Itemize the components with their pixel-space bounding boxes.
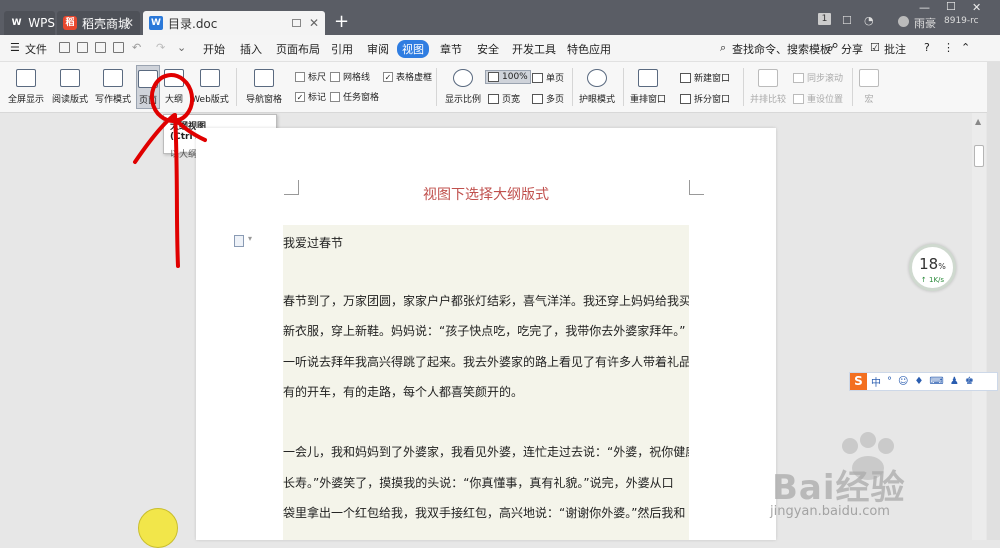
annotation-arrow-head (133, 113, 207, 164)
annotation-overlay (133, 73, 207, 268)
annotation-arrow-shaft (173, 113, 180, 268)
